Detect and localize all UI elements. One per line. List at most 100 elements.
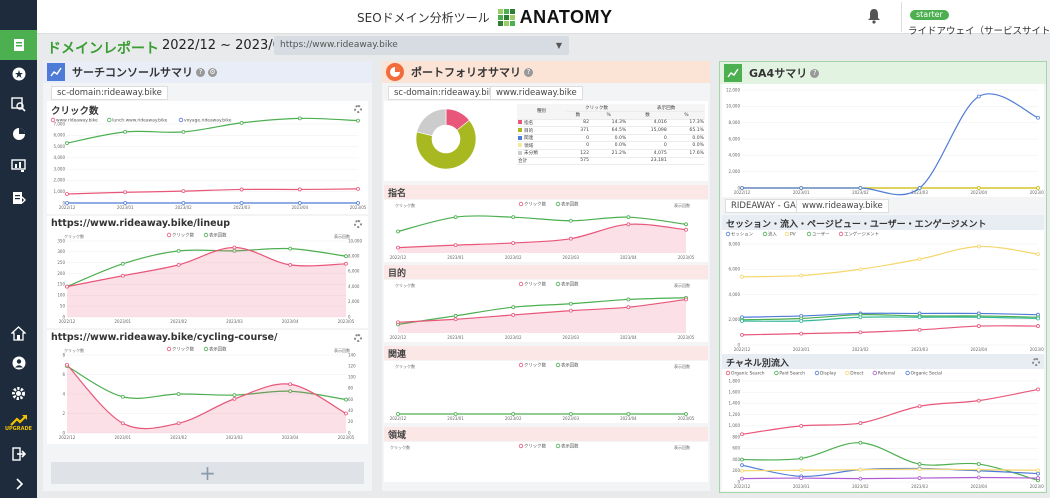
- data-point: [568, 301, 573, 306]
- data-point: [396, 320, 400, 325]
- impr-count: 23,181: [627, 157, 668, 166]
- add-card-button[interactable]: +: [51, 461, 364, 485]
- y-tick: 1,200: [729, 412, 741, 417]
- data-point: [1036, 476, 1040, 480]
- data-point: [799, 319, 804, 323]
- search-analytics-icon[interactable]: [0, 90, 37, 118]
- data-point: [120, 273, 125, 278]
- data-point: [176, 262, 181, 267]
- data-point: [181, 201, 186, 205]
- axis-label: 表示回数: [674, 282, 690, 288]
- upgrade-button[interactable]: UPGRADE: [0, 410, 37, 436]
- y-tick: 4: [62, 391, 65, 396]
- data-point: [626, 305, 631, 310]
- data-point: [511, 215, 516, 220]
- legend-marker: [555, 281, 561, 287]
- legend-label: Organic Social: [911, 371, 943, 377]
- y-tick: 5,000: [54, 144, 66, 149]
- site-pill[interactable]: www.rideaway.bike: [796, 199, 889, 213]
- legend-marker: [844, 370, 850, 376]
- data-point: [1036, 115, 1040, 120]
- legend-marker: [107, 117, 112, 123]
- clicks-pct: 0.0%: [590, 134, 628, 143]
- cycling-card-title: https://www.rideaway.bike/cycling-course…: [51, 332, 278, 343]
- clicks-card: クリック数 www.rideaway.bike lunch.www.rideawa…: [47, 101, 368, 214]
- home-icon[interactable]: [0, 320, 37, 346]
- data-point: [1036, 186, 1040, 190]
- legend-label: 表示回数: [209, 346, 227, 353]
- axis-label: クリック数: [64, 347, 84, 353]
- x-tick: 2022/12: [734, 484, 751, 489]
- legend-marker: [806, 231, 812, 237]
- pie-chart-icon[interactable]: [0, 120, 37, 148]
- bell-icon[interactable]: [867, 8, 881, 28]
- ga4-top-chart: 12,00010,0008,0006,0004,0002,00002022/12…: [722, 84, 1044, 197]
- y-tick: 150: [57, 282, 65, 287]
- section-domain: 領域: [384, 427, 708, 441]
- area-fill: [398, 299, 686, 333]
- card-gear-icon[interactable]: [354, 334, 362, 342]
- star-icon[interactable]: [0, 60, 37, 88]
- data-point: [511, 313, 516, 317]
- chevron-right-icon[interactable]: [0, 472, 37, 496]
- data-point: [181, 189, 186, 194]
- logout-icon[interactable]: [0, 442, 37, 466]
- data-point: [684, 297, 688, 302]
- x-tick: 2023/01: [793, 190, 810, 195]
- area-fill: [398, 224, 686, 253]
- data-point: [511, 305, 516, 310]
- series-line: [741, 325, 1039, 336]
- color-swatch: [518, 143, 522, 148]
- data-point: [232, 393, 237, 398]
- data-point: [344, 254, 348, 259]
- data-point: [356, 118, 360, 123]
- data-point: [976, 324, 981, 328]
- plan-badge: starter: [910, 10, 949, 20]
- data-point: [65, 362, 69, 367]
- user-icon[interactable]: [0, 350, 37, 376]
- legend-label: ユーザー: [812, 232, 829, 238]
- gear-icon[interactable]: [0, 380, 37, 406]
- search-console-title: サーチコンソールサマリ: [72, 66, 193, 79]
- settings-icon[interactable]: ⚙: [208, 67, 217, 77]
- section-brand: 指名: [384, 185, 708, 199]
- legend-marker: [166, 232, 172, 238]
- site-pill[interactable]: www.rideaway.bike: [490, 86, 583, 100]
- legend-label: Paid Search: [779, 371, 805, 377]
- domain-pill[interactable]: sc-domain:rideaway.bike: [388, 86, 505, 100]
- card-gear-icon[interactable]: [354, 105, 362, 113]
- y-tick: 1,800: [729, 378, 741, 383]
- legend-marker: [555, 362, 561, 368]
- ga4-engagement-chart: セッション 流入 PV ユーザー エンゲージメント 8,000 6,000 4,000 2,00…: [722, 230, 1044, 354]
- data-point: [123, 190, 128, 195]
- axis-label: クリック数: [395, 363, 415, 369]
- data-point: [123, 201, 128, 205]
- legend-label: 表示回数: [561, 281, 579, 288]
- x-tick: 2023/02: [505, 255, 522, 260]
- domain-pill[interactable]: sc-domain:rideaway.bike: [51, 86, 168, 100]
- legend-label: エンゲージメント: [844, 231, 879, 238]
- report-icon[interactable]: [0, 30, 37, 60]
- account-menu[interactable]: starter ライドアウェイ（サービスサイト）: [901, 2, 1050, 37]
- x-tick: 2022/12: [59, 319, 76, 324]
- table-row: 指名 82 14.3% 4,016 17.3%: [517, 119, 705, 128]
- row-label: 指名: [517, 119, 566, 128]
- help-icon[interactable]: ?: [196, 67, 205, 77]
- ga4-property-pill[interactable]: RIDEAWAY - GA4: [725, 199, 808, 213]
- lineup-card: https://www.rideaway.bike/lineup クリック数 表示…: [47, 216, 368, 328]
- data-point: [1036, 468, 1040, 473]
- data-point: [626, 222, 631, 227]
- data-point: [740, 186, 744, 190]
- help-icon[interactable]: ?: [524, 67, 533, 77]
- card-gear-icon[interactable]: [354, 220, 362, 228]
- sub-count: 数: [627, 111, 668, 120]
- x-tick: 2022/12: [59, 435, 76, 440]
- help-icon[interactable]: ?: [810, 68, 820, 78]
- y-tick: 300: [57, 249, 65, 254]
- document-icon[interactable]: [0, 184, 37, 212]
- purpose-chart: クリック数 表示回数 クリック数 表示回数 2022/12 2023/01 2023/02 2…: [384, 280, 708, 342]
- card-gear-icon[interactable]: [1032, 358, 1040, 366]
- dashboard-icon[interactable]: [0, 152, 37, 180]
- url-select[interactable]: https://www.rideaway.bike ▼: [274, 36, 569, 55]
- sub-pct: %: [590, 111, 628, 120]
